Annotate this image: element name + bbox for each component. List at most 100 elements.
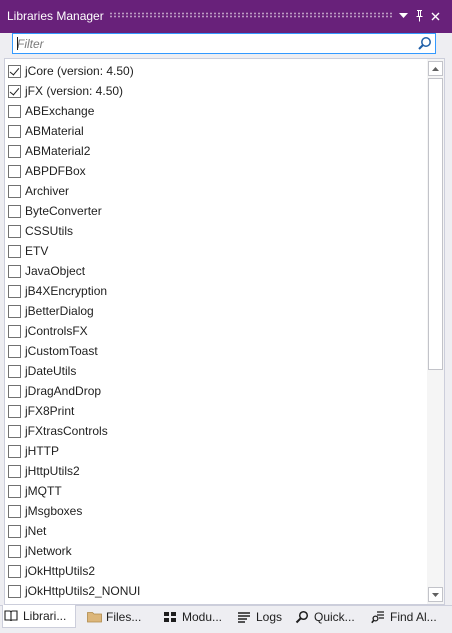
vertical-scrollbar[interactable] [427,59,444,604]
window-title: Libraries Manager [7,9,104,23]
library-item[interactable]: jDateUtils [5,361,427,381]
library-label: jMsgboxes [25,504,83,518]
library-item[interactable]: ByteConverter [5,201,427,221]
library-checkbox[interactable] [8,484,21,498]
tab-quick-search[interactable]: Quick... [294,606,360,628]
tab-files[interactable]: Files... [86,606,152,628]
library-checkbox[interactable] [8,324,21,338]
library-checkbox[interactable] [8,404,21,418]
chevron-down-icon[interactable] [396,6,410,26]
library-checkbox[interactable] [8,384,21,398]
library-checkbox[interactable] [8,444,21,458]
library-item[interactable]: jCore (version: 4.50) [5,61,427,81]
library-item[interactable]: jHTTP [5,441,427,461]
library-item[interactable]: JavaObject [5,261,427,281]
library-checkbox[interactable] [8,464,21,478]
title-grip[interactable] [109,12,392,18]
scroll-up-arrow-icon[interactable] [428,61,443,76]
library-checkbox[interactable] [8,504,21,518]
library-item[interactable]: jB4XEncryption [5,281,427,301]
library-label: ABPDFBox [25,164,86,178]
library-checkbox[interactable] [8,184,21,198]
library-label: Archiver [25,184,70,198]
library-checkbox[interactable] [8,124,21,138]
scrollbar-thumb[interactable] [428,78,443,370]
library-item[interactable]: jOkHttpUtils2 [5,561,427,581]
filter-field[interactable] [12,33,436,54]
list-icon [236,610,252,624]
tab-find-all[interactable]: Find Al... [370,606,450,628]
library-item[interactable]: ABPDFBox [5,161,427,181]
library-checkbox[interactable] [8,544,21,558]
pin-icon[interactable] [412,6,426,26]
library-item[interactable]: ABMaterial [5,121,427,141]
library-label: jDateUtils [25,364,77,378]
library-checkbox[interactable] [8,524,21,538]
library-checkbox-checked[interactable] [8,84,21,98]
library-label: jMQTT [25,484,62,498]
tab-label: Quick... [314,610,355,624]
library-item[interactable]: jBetterDialog [5,301,427,321]
library-label: jOkHttpUtils2 [25,564,96,578]
library-item[interactable]: jCustomToast [5,341,427,361]
library-item[interactable]: jFX8Print [5,401,427,421]
library-item[interactable]: CSSUtils [5,221,427,241]
library-checkbox[interactable] [8,164,21,178]
library-item[interactable]: jDragAndDrop [5,381,427,401]
library-checkbox[interactable] [8,244,21,258]
library-item[interactable]: jOkHttpUtils2_NONUI [5,581,427,601]
tab-label: Files... [106,610,142,624]
library-label: jCustomToast [25,344,98,358]
library-label: jHTTP [25,444,59,458]
libraries-list-panel: jCore (version: 4.50) jFX (version: 4.50)… [4,58,445,605]
folder-icon [86,610,102,624]
library-item[interactable]: jFX (version: 4.50) [5,81,427,101]
library-checkbox[interactable] [8,104,21,118]
library-item[interactable]: Archiver [5,181,427,201]
library-item[interactable]: jHttpUtils2 [5,461,427,481]
bottom-tab-bar: Librari... Files... Modu... Logs Quick..… [0,605,452,633]
library-label: ABExchange [25,104,95,118]
tab-modules[interactable]: Modu... [162,606,228,628]
library-label: jNet [25,524,47,538]
library-item[interactable]: ABMaterial2 [5,141,427,161]
library-item[interactable]: jControlsFX [5,321,427,341]
libraries-list: jCore (version: 4.50) jFX (version: 4.50)… [5,61,427,601]
library-label: CSSUtils [25,224,74,238]
library-checkbox-checked[interactable] [8,64,21,78]
library-item[interactable]: jMQTT [5,481,427,501]
library-checkbox[interactable] [8,264,21,278]
library-item[interactable]: ETV [5,241,427,261]
library-checkbox[interactable] [8,344,21,358]
library-label: jB4XEncryption [25,284,108,298]
book-icon [3,609,19,623]
library-checkbox[interactable] [8,284,21,298]
library-checkbox[interactable] [8,204,21,218]
library-item[interactable]: jFXtrasControls [5,421,427,441]
library-label: JavaObject [25,264,86,278]
close-icon[interactable] [428,6,442,26]
search-icon[interactable] [417,36,432,51]
tab-logs[interactable]: Logs [236,606,288,628]
library-checkbox[interactable] [8,564,21,578]
library-item[interactable]: jNet [5,521,427,541]
scroll-down-arrow-icon[interactable] [428,587,443,602]
library-item[interactable]: jMsgboxes [5,501,427,521]
library-checkbox[interactable] [8,584,21,598]
tab-label: Modu... [182,610,223,624]
filter-input[interactable] [17,35,409,52]
tab-libraries[interactable]: Librari... [2,605,76,628]
library-label: jFX (version: 4.50) [25,84,124,98]
library-checkbox[interactable] [8,224,21,238]
library-checkbox[interactable] [8,144,21,158]
library-label: jNetwork [25,544,72,558]
library-item[interactable]: jNetwork [5,541,427,561]
library-label: ABMaterial [25,124,84,138]
library-label: jDragAndDrop [25,384,102,398]
library-label: jCore (version: 4.50) [25,64,134,78]
library-item[interactable]: ABExchange [5,101,427,121]
library-checkbox[interactable] [8,424,21,438]
library-checkbox[interactable] [8,304,21,318]
tab-label: Logs [256,610,283,624]
library-checkbox[interactable] [8,364,21,378]
